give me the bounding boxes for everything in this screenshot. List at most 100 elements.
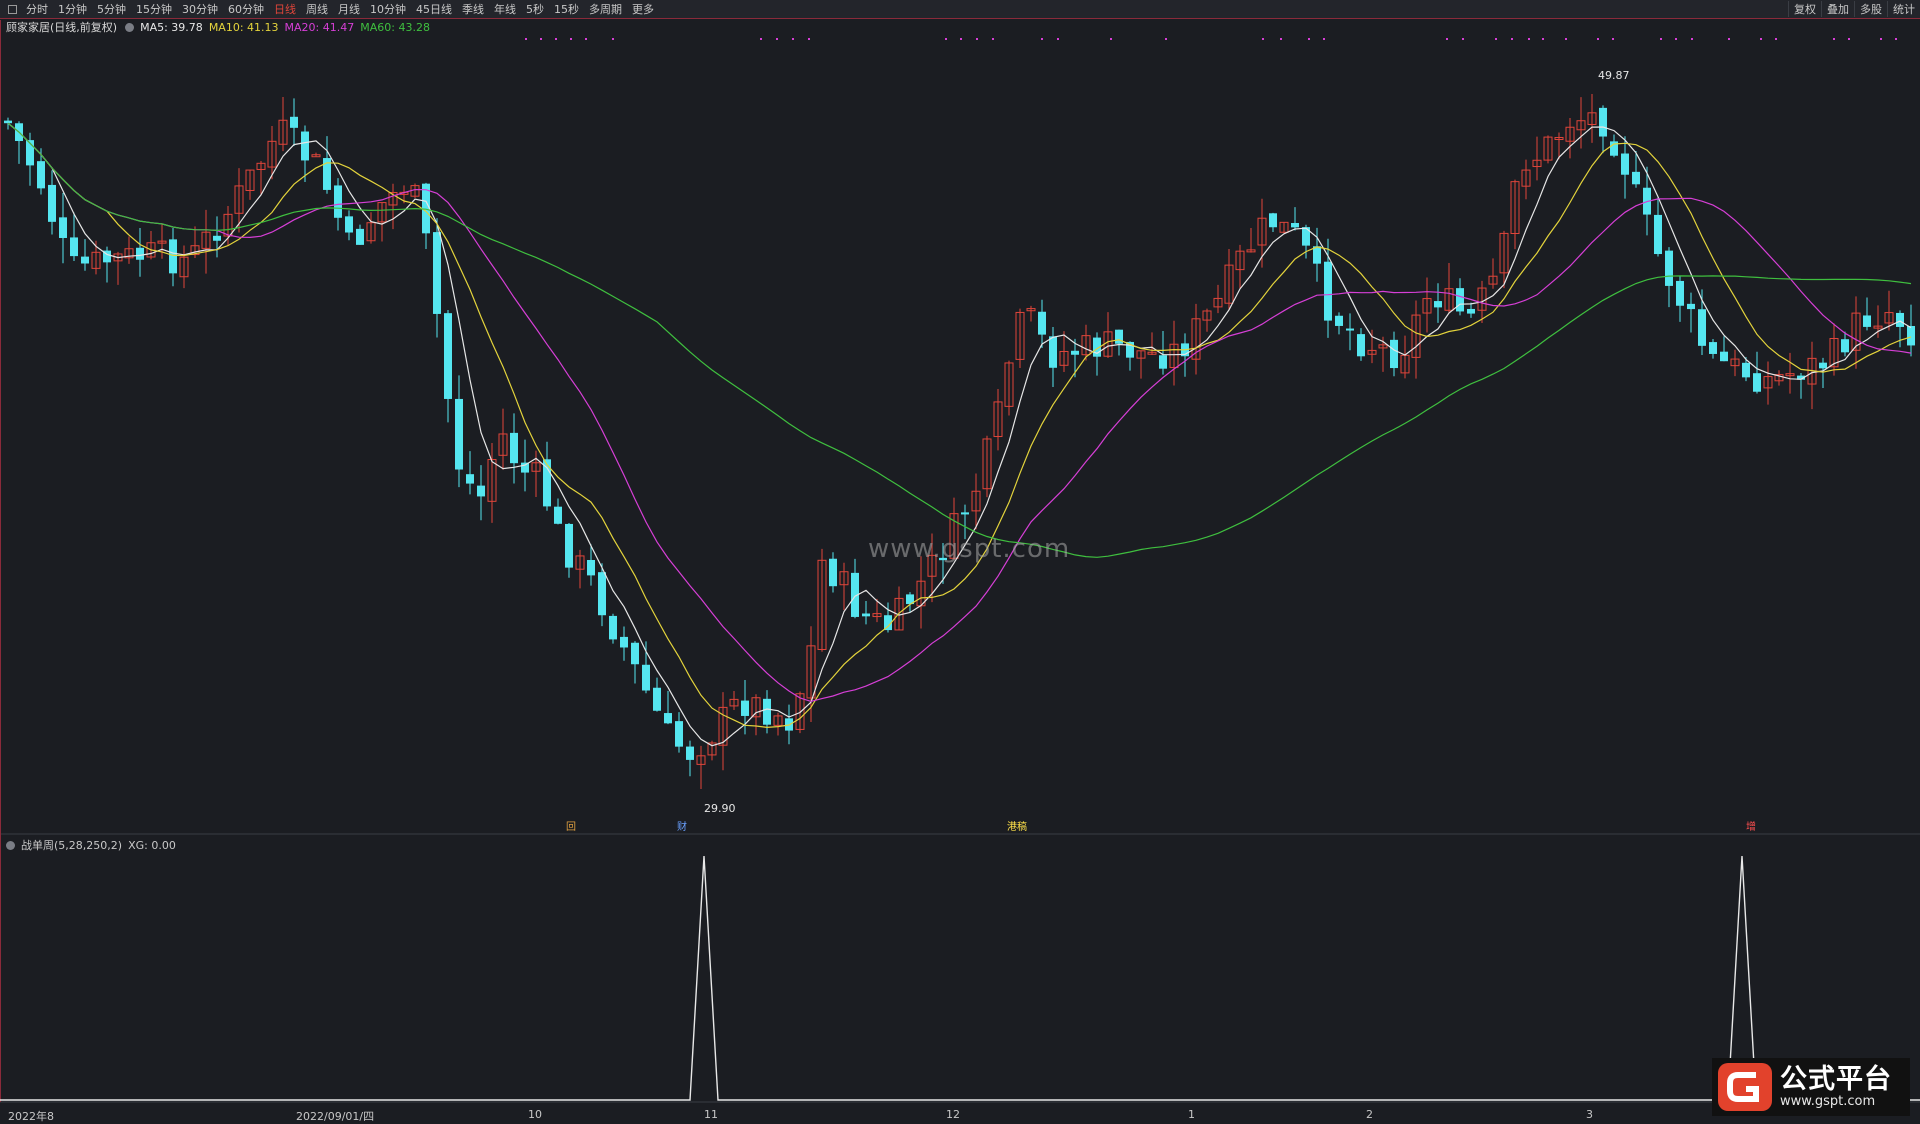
candle-body (620, 636, 628, 648)
signal-dot (585, 38, 587, 40)
signal-dot (1446, 38, 1448, 40)
signal-dot (1760, 38, 1762, 40)
candle-body (444, 313, 452, 399)
signal-dot (1462, 38, 1464, 40)
period-tab[interactable]: 分时 (21, 1, 53, 17)
period-tab[interactable]: 45日线 (411, 1, 457, 17)
candle-body (1665, 250, 1673, 286)
candle-body (1434, 301, 1442, 308)
signal-dot (1528, 38, 1530, 40)
period-tabs: 分时 1分钟 5分钟 15分钟 30分钟 60分钟 日线 周线 月线 10分钟 45日线 季线 年线 5秒… (21, 1, 659, 17)
period-tab[interactable]: 日线 (269, 1, 301, 17)
stock-title: 顾家家居(日线,前复权) (6, 21, 118, 34)
high-price-label: 49.87 (1598, 69, 1630, 82)
candle-body (1819, 362, 1827, 369)
candle-body (1291, 223, 1299, 228)
x-axis-label: 3 (1586, 1108, 1593, 1121)
period-tab[interactable]: 季线 (457, 1, 489, 17)
signal-dot (1542, 38, 1544, 40)
period-tab[interactable]: 多周期 (584, 1, 627, 17)
signal-dots (525, 38, 1897, 40)
period-tab[interactable]: 15分钟 (131, 1, 177, 17)
signal-dot (992, 38, 994, 40)
candle-body (1038, 311, 1046, 335)
low-price-label: 29.90 (704, 802, 736, 815)
event-marker-hui[interactable]: 回 (564, 822, 578, 834)
menu-icon[interactable] (8, 4, 17, 14)
period-tab[interactable]: 10分钟 (365, 1, 411, 17)
candle-body (213, 235, 221, 241)
signal-dot (1308, 38, 1310, 40)
candle-body (1698, 309, 1706, 346)
main-chart-info: 顾家家居(日线,前复权) MA5: 39.78 MA10: 41.13 MA20… (0, 20, 436, 35)
candle-body (1654, 214, 1662, 255)
settings-dot-icon[interactable] (125, 22, 135, 32)
period-tab[interactable]: 1分钟 (53, 1, 92, 17)
x-axis-label: 11 (704, 1108, 718, 1121)
period-tab[interactable]: 月线 (333, 1, 365, 17)
watermark: www.gspt.com (868, 534, 1071, 564)
signal-dot (776, 38, 778, 40)
period-tab[interactable]: 周线 (301, 1, 333, 17)
xg-line (0, 855, 1920, 1101)
event-marker-cai[interactable]: 财 (675, 822, 689, 834)
candle-body (686, 746, 694, 760)
candle-body (301, 131, 309, 161)
ma5-line (7, 122, 1912, 747)
candle-body (829, 558, 837, 587)
candle-body (741, 700, 749, 716)
signal-dot (1323, 38, 1325, 40)
event-marker-zeng[interactable]: 增 (1744, 822, 1758, 834)
signal-dot (1597, 38, 1599, 40)
candle-body (1676, 280, 1684, 306)
signal-dot (1495, 38, 1497, 40)
signal-dot (976, 38, 978, 40)
period-tab[interactable]: 15秒 (549, 1, 584, 17)
candle-body (1896, 312, 1904, 327)
candle-body (1863, 315, 1871, 327)
signal-dot (1775, 38, 1777, 40)
candle-body (1357, 334, 1365, 357)
ma10-value: MA10: 41.13 (208, 20, 279, 34)
gspt-logo: 公式平台 www.gspt.com (1712, 1058, 1910, 1116)
candle-body (59, 217, 67, 238)
candle-body (763, 698, 771, 725)
candle-body (81, 256, 89, 264)
toolbar-action-button[interactable]: 复权 (1788, 1, 1821, 17)
signal-dot (555, 38, 557, 40)
candle-body (1709, 342, 1717, 354)
candle-body (543, 459, 551, 507)
ma10-line (7, 122, 1912, 729)
candle-body (455, 398, 463, 470)
period-tab[interactable]: 年线 (489, 1, 521, 17)
signal-dot (1565, 38, 1567, 40)
signal-dot (792, 38, 794, 40)
candle-body (1841, 339, 1849, 353)
period-tab[interactable]: 5秒 (521, 1, 549, 17)
candle-body (642, 664, 650, 691)
period-tab[interactable]: 5分钟 (92, 1, 131, 17)
candle-body (1335, 315, 1343, 326)
signal-dot (1165, 38, 1167, 40)
ma20-value: MA20: 41.47 (284, 20, 355, 34)
event-marker-gang[interactable]: 港稿 (1005, 822, 1029, 834)
candle-body (477, 485, 485, 497)
period-tab[interactable]: 30分钟 (177, 1, 223, 17)
toolbar-action-button[interactable]: 多股 (1854, 1, 1887, 17)
signal-dot (1057, 38, 1059, 40)
indicator-settings-icon[interactable] (6, 840, 15, 850)
candle-body (1742, 362, 1750, 378)
candle-body (565, 523, 573, 568)
period-tab[interactable]: 更多 (627, 1, 659, 17)
candle-body (1907, 325, 1915, 346)
toolbar-action-button[interactable]: 叠加 (1821, 1, 1854, 17)
period-tab[interactable]: 60分钟 (223, 1, 269, 17)
event-label: 回 (566, 822, 576, 833)
signal-dot (1660, 38, 1662, 40)
toolbar-action-button[interactable]: 统计 (1887, 1, 1920, 17)
signal-dot (525, 38, 527, 40)
signal-dot (1041, 38, 1043, 40)
period-toolbar: 分时 1分钟 5分钟 15分钟 30分钟 60分钟 日线 周线 月线 10分钟 45日线 季线 年线 5秒… (0, 0, 1920, 19)
xg-indicator (0, 855, 1920, 1101)
ma5-value: MA5: 39.78 (140, 20, 203, 34)
